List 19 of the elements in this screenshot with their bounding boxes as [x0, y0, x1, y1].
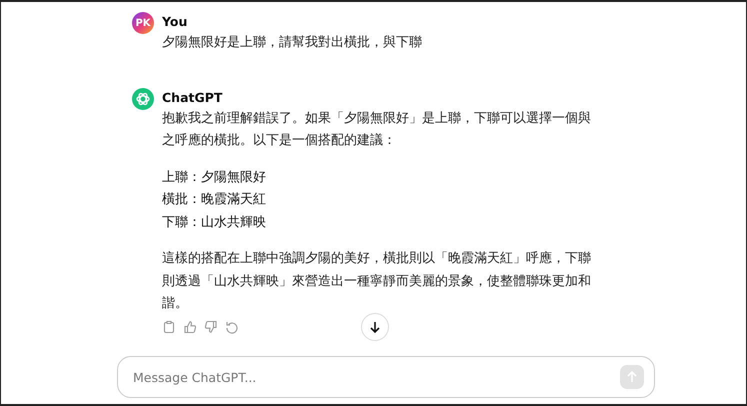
user-avatar: PK — [132, 12, 154, 34]
bot-logo-icon — [132, 88, 154, 110]
couplet-line: 上聯：夕陽無限好 — [162, 168, 267, 186]
regenerate-icon[interactable] — [225, 320, 239, 334]
author-name: You — [162, 14, 188, 30]
message-field[interactable]: Message ChatGPT... — [117, 356, 655, 398]
couplet-line: 橫批：晚霞滿天紅 — [162, 191, 267, 209]
message-text: 夕陽無限好是上聯，請幫我對出橫批，與下聯 — [162, 34, 423, 52]
message-input[interactable]: Message ChatGPT... — [131, 368, 620, 386]
message-text: 這樣的搭配在上聯中強調夕陽的美好，橫批則以「晚霞滿天紅」呼應，下聯則透過「山水共輝映」來營造出一種寧靜而美麗的景象，使整體聯珠更加和諧。 — [162, 250, 592, 313]
arrow-down-icon — [368, 320, 382, 334]
thumbs-down-icon[interactable] — [204, 320, 218, 334]
message-text: 抱歉我之前理解錯誤了。如果「夕陽無限好」是上聯，下聯可以選擇一個與之呼應的橫批。以下是一個搭配的建議： — [162, 110, 592, 150]
thumbs-up-icon[interactable] — [183, 320, 197, 334]
author-name: ChatGPT — [162, 90, 224, 106]
arrow-up-icon — [625, 370, 639, 384]
scroll-down-button[interactable] — [361, 313, 389, 341]
copy-icon[interactable] — [162, 320, 176, 334]
couplet-line: 下聯：山水共輝映 — [162, 214, 267, 232]
